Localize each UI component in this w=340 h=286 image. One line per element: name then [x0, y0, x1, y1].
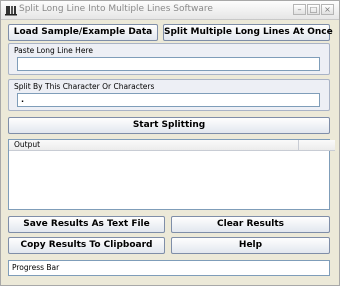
split-multiple-button[interactable]: Split Multiple Long Lines At Once: [163, 24, 333, 41]
split-char-input[interactable]: .: [17, 93, 320, 107]
maximize-button[interactable]: □: [307, 4, 320, 15]
start-splitting-button[interactable]: Start Splitting: [8, 117, 330, 134]
split-char-group: Split By This Character Or Characters .: [8, 79, 330, 111]
app-logo-icon: [5, 6, 17, 16]
output-list[interactable]: Output: [8, 139, 335, 210]
header-filler: [299, 140, 335, 151]
copy-results-button[interactable]: Copy Results To Clipboard: [8, 237, 165, 254]
clear-results-button[interactable]: Clear Results: [171, 216, 330, 233]
title-bar[interactable]: Split Long Line Into Multiple Lines Soft…: [1, 1, 339, 20]
minimize-button[interactable]: –: [293, 4, 306, 15]
window-title: Split Long Line Into Multiple Lines Soft…: [19, 4, 213, 14]
paste-line-group: Paste Long Line Here: [8, 43, 330, 75]
load-sample-button[interactable]: Load Sample/Example Data: [8, 24, 158, 41]
close-button[interactable]: ×: [321, 4, 334, 15]
split-char-label: Split By This Character Or Characters: [14, 82, 155, 91]
help-button[interactable]: Help: [171, 237, 330, 254]
paste-line-label: Paste Long Line Here: [14, 46, 93, 55]
save-results-button[interactable]: Save Results As Text File: [8, 216, 165, 233]
long-line-input[interactable]: [17, 57, 320, 71]
output-column-header[interactable]: Output: [9, 140, 299, 151]
app-window: Split Long Line Into Multiple Lines Soft…: [0, 0, 340, 286]
progress-bar: Progress Bar: [8, 260, 330, 276]
